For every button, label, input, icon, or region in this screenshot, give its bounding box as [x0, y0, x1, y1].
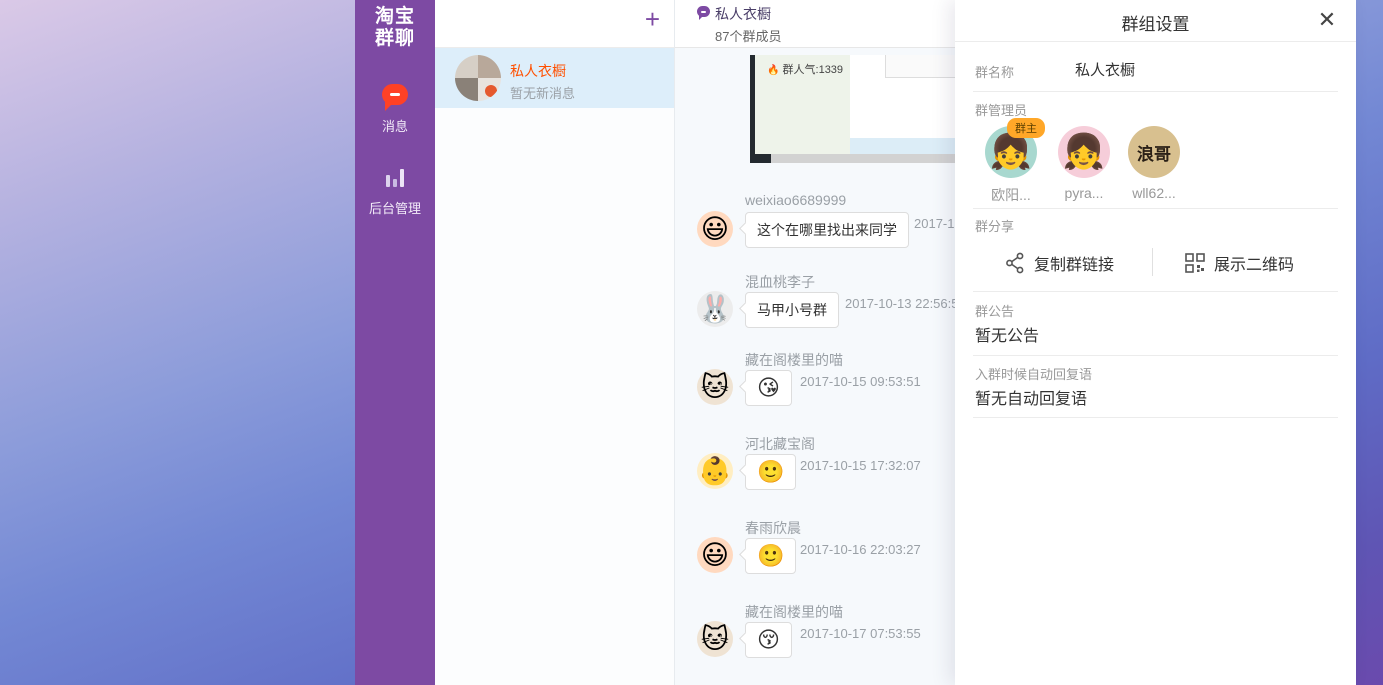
message-bubble: 马甲小号群 — [745, 292, 839, 328]
copy-group-link-button[interactable]: 复制群链接 — [1005, 251, 1114, 275]
screenshot-window-box — [885, 55, 955, 78]
avatar[interactable]: 👶 — [697, 453, 733, 489]
auto-reply-label: 入群时候自动回复语 — [975, 364, 1092, 383]
desktop-background: { "colors": { "sidebar_purple": "#7d4aa3… — [0, 0, 1383, 685]
conversation-list: + 私人衣橱 暂无新消息 — [435, 0, 675, 685]
announcement-value: 暂无公告 — [975, 322, 1039, 346]
message-sender: 藏在阁楼里的喵 — [745, 350, 955, 367]
sidebar-item-messages[interactable]: 消息 — [355, 84, 435, 135]
message-row: 河北藏宝阁 👶 🙂 2017-10-15 17:32:07 — [697, 434, 955, 490]
message-sender: 春雨欣晨 — [745, 518, 955, 535]
divider — [973, 291, 1338, 292]
avatar[interactable]: 🐰 — [697, 291, 733, 327]
chat-member-count: 87个群成员 — [715, 26, 781, 45]
copy-link-label: 复制群链接 — [1034, 251, 1114, 275]
avatar[interactable]: 🐱 — [697, 621, 733, 657]
conversation-subtitle: 暂无新消息 — [510, 83, 575, 102]
show-qr-label: 展示二维码 — [1214, 251, 1294, 275]
message-row: 藏在阁楼里的喵 🐱 😚 2017-10-17 07:53:55 — [697, 602, 955, 658]
divider — [973, 355, 1338, 356]
message-emoji-bubble: 🙂 — [745, 454, 796, 490]
message-timestamp: 2017-10-16 22:03:27 — [800, 542, 921, 557]
message-row: 春雨欣晨 😃 🙂 2017-10-16 22:03:27 — [697, 518, 955, 574]
add-group-button[interactable]: + — [645, 2, 660, 36]
message-bubble: 这个在哪里找出来同学 — [745, 212, 909, 248]
message-sender: 河北藏宝阁 — [745, 434, 955, 451]
chat-panel: 私人衣橱 87个群成员 🔥 群人气:1339 weixiao6689999 😃 … — [675, 0, 955, 685]
chat-header: 私人衣橱 87个群成员 — [675, 0, 955, 48]
message-emoji-bubble: 😘 — [745, 370, 792, 406]
message-row: 藏在阁楼里的喵 🐱 😘 2017-10-15 09:53:51 — [697, 350, 955, 406]
app-logo: 淘宝 群聊 — [355, 0, 435, 50]
bar-chart-icon — [386, 169, 404, 187]
logo-line2: 群聊 — [355, 28, 435, 50]
message-timestamp: 2017-10-15 17:32:07 — [800, 458, 921, 473]
group-bubble-icon — [697, 6, 710, 17]
share-icon — [1005, 252, 1025, 274]
chat-title: 私人衣橱 — [715, 4, 771, 24]
sidebar-item-admin[interactable]: 后台管理 — [355, 169, 435, 217]
show-qr-button[interactable]: 展示二维码 — [1185, 251, 1294, 275]
flame-icon: 🔥 — [767, 65, 779, 76]
message-sender: weixiao6689999 — [745, 192, 955, 209]
admin-name: pyra... — [1058, 185, 1110, 201]
logo-line1: 淘宝 — [355, 6, 435, 28]
announcement-label: 群公告 — [975, 301, 1014, 320]
settings-title: 群组设置 — [955, 0, 1356, 35]
embedded-screenshot-image[interactable]: 🔥 群人气:1339 — [750, 55, 955, 163]
admins-label: 群管理员 — [975, 100, 1027, 119]
settings-header: 群组设置 ✕ — [955, 0, 1356, 42]
admin-member[interactable]: 浪哥 wll62... — [1128, 126, 1180, 201]
avatar[interactable]: 😃 — [697, 211, 733, 247]
admin-name: 欧阳... — [985, 185, 1037, 205]
sidebar-item-label: 消息 — [355, 116, 435, 135]
group-avatar — [455, 55, 501, 101]
divider — [973, 208, 1338, 209]
screenshot-scrollbar — [755, 154, 955, 163]
message-emoji-bubble: 😚 — [745, 622, 792, 658]
message-timestamp: 2017-1 — [914, 216, 954, 231]
share-label: 群分享 — [975, 216, 1014, 235]
admin-member[interactable]: 👧 pyra... — [1058, 126, 1110, 201]
admin-name: wll62... — [1128, 185, 1180, 201]
app-sidebar: 淘宝 群聊 消息 后台管理 — [355, 0, 435, 685]
avatar: 👧 — [1058, 126, 1110, 178]
group-name-label: 群名称 — [975, 62, 1014, 81]
divider — [973, 417, 1338, 418]
popularity-label: 群人气:1339 — [783, 64, 844, 76]
message-emoji-bubble: 🙂 — [745, 538, 796, 574]
avatar[interactable]: 🐱 — [697, 369, 733, 405]
auto-reply-value: 暂无自动回复语 — [975, 385, 1087, 409]
chat-bubble-icon — [382, 84, 408, 105]
sidebar-item-label: 后台管理 — [355, 198, 435, 217]
message-timestamp: 2017-10-17 07:53:55 — [800, 626, 921, 641]
vertical-divider — [1152, 248, 1153, 276]
screenshot-corner — [755, 154, 771, 163]
qr-code-icon — [1185, 253, 1205, 273]
close-icon[interactable]: ✕ — [1314, 7, 1340, 33]
group-name-value: 私人衣橱 — [1075, 59, 1135, 80]
conversation-title: 私人衣橱 — [510, 61, 566, 81]
message-row: 混血桃李子 🐰 马甲小号群 2017-10-13 22:56:5 — [697, 272, 955, 328]
message-timestamp: 2017-10-13 22:56:5 — [845, 296, 955, 311]
avatar: 浪哥 — [1128, 126, 1180, 178]
message-sender: 藏在阁楼里的喵 — [745, 602, 955, 619]
avatar[interactable]: 😃 — [697, 537, 733, 573]
conversation-item-selected[interactable]: 私人衣橱 暂无新消息 — [435, 48, 674, 108]
screenshot-blue-strip — [850, 138, 955, 154]
owner-badge: 群主 — [1007, 118, 1045, 138]
group-popularity-text: 🔥 群人气:1339 — [767, 61, 843, 77]
divider — [973, 91, 1338, 92]
conversation-list-header: + — [435, 0, 674, 48]
group-settings-panel: 群组设置 ✕ 群名称 私人衣橱 群管理员 群主 👧 欧阳... 👧 pyra..… — [955, 0, 1356, 685]
message-timestamp: 2017-10-15 09:53:51 — [800, 374, 921, 389]
message-row: weixiao6689999 😃 这个在哪里找出来同学 2017-1 — [697, 192, 955, 248]
message-sender: 混血桃李子 — [745, 272, 955, 289]
